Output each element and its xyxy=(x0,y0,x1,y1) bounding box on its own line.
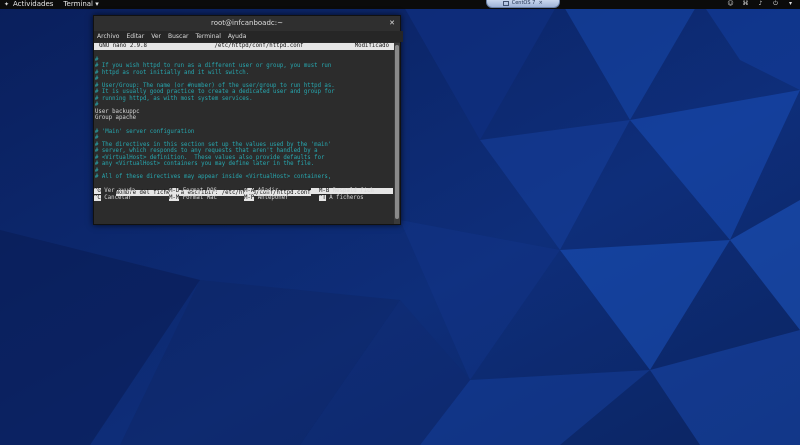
top-panel: ✦ Actividades Terminal ▾ ☺ ⌘ ♪ ⏻ ▾ xyxy=(0,0,800,9)
nano-version: GNU nano 2.9.8 xyxy=(99,43,147,49)
vm-tab-label: CentOS 7 xyxy=(511,0,536,6)
nano-header: GNU nano 2.9.8 /etc/httpd/conf/httpd.con… xyxy=(94,43,394,50)
window-icon xyxy=(502,1,509,6)
close-icon[interactable]: × xyxy=(538,0,543,7)
terminal-screen[interactable]: GNU nano 2.9.8 /etc/httpd/conf/httpd.con… xyxy=(94,43,394,224)
menu-ver[interactable]: Ver xyxy=(151,31,161,42)
menu-buscar[interactable]: Buscar xyxy=(168,31,189,42)
network-icon[interactable]: ⌘ xyxy=(742,0,749,7)
shortcut-row-2: ^C Cancelar M-M Format Mac M-P Anteponer… xyxy=(94,195,394,202)
terminal-scrollbar[interactable] xyxy=(394,43,400,224)
power-icon[interactable]: ⏻ xyxy=(772,0,779,7)
accessibility-icon[interactable]: ☺ xyxy=(727,0,734,7)
terminal-menubar: Archivo Editar Ver Buscar Terminal Ayuda xyxy=(94,31,403,42)
code-line: # All of these directives may appear ins… xyxy=(95,174,332,181)
app-menu[interactable]: Terminal ▾ xyxy=(63,0,98,9)
nano-filename: /etc/httpd/conf/httpd.conf xyxy=(214,43,304,49)
gnome-foot-icon: ✦ xyxy=(3,1,10,8)
window-titlebar[interactable]: root@infcanboadc:~ ✕ xyxy=(94,16,400,31)
menu-archivo[interactable]: Archivo xyxy=(97,31,119,42)
activities-button[interactable]: ✦ Actividades xyxy=(3,0,53,9)
shortcut-to-files[interactable]: ^T A ficheros xyxy=(319,195,394,202)
shortcut-prepend[interactable]: M-P Anteponer xyxy=(244,195,319,202)
shortcut-cancel[interactable]: ^C Cancelar xyxy=(94,195,169,202)
menu-terminal[interactable]: Terminal xyxy=(196,31,221,42)
scrollbar-thumb[interactable] xyxy=(395,45,399,219)
activities-label: Actividades xyxy=(13,0,54,8)
volume-icon[interactable]: ♪ xyxy=(757,0,764,7)
menu-editar[interactable]: Editar xyxy=(126,31,144,42)
vm-tab[interactable]: CentOS 7 × xyxy=(486,0,560,8)
terminal-window[interactable]: root@infcanboadc:~ ✕ Archivo Editar Ver … xyxy=(93,15,403,225)
menu-ayuda[interactable]: Ayuda xyxy=(228,31,247,42)
close-icon[interactable]: ✕ xyxy=(389,16,395,31)
window-title: root@infcanboadc:~ xyxy=(211,19,283,27)
file-content[interactable]: # # If you wish httpd to run as a differe… xyxy=(94,57,394,181)
chevron-down-icon[interactable]: ▾ xyxy=(787,0,794,7)
nano-status: Modificado xyxy=(354,43,389,49)
shortcut-format-mac[interactable]: M-M Format Mac xyxy=(169,195,244,202)
